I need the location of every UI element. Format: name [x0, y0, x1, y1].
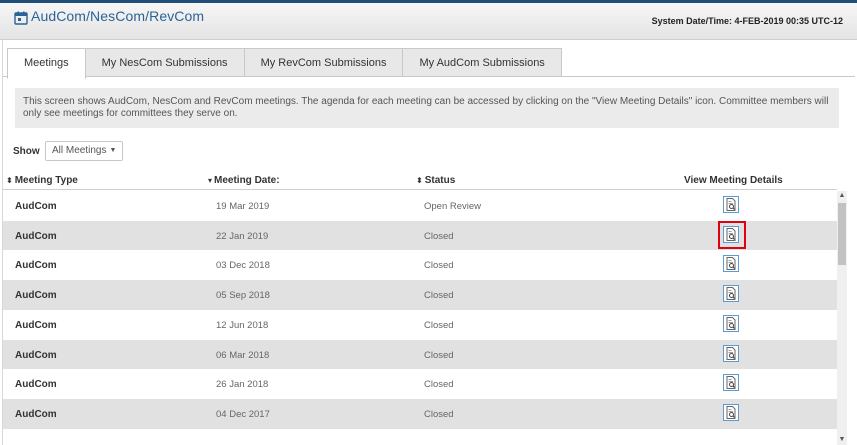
- status-cell: Closed: [424, 408, 454, 420]
- status-cell: Closed: [424, 349, 454, 361]
- tab-my-nescom-submissions[interactable]: My NesCom Submissions: [84, 48, 245, 76]
- tab-my-audcom-submissions[interactable]: My AudCom Submissions: [402, 48, 562, 76]
- meeting-date-cell: 03 Dec 2018: [216, 260, 270, 272]
- calendar-icon: [14, 11, 28, 25]
- column-header-meeting-date[interactable]: ▾ Meeting Date:: [208, 175, 280, 186]
- table-row: AudCom 26 Jan 2018 Closed: [3, 369, 837, 399]
- meeting-type-cell: AudCom: [15, 230, 57, 242]
- page-header: AudCom/NesCom/RevCom System Date/Time: 4…: [0, 3, 857, 40]
- meetings-table-body: AudCom 19 Mar 2019 Open Review AudCom 22…: [3, 191, 837, 445]
- table-row: AudCom 04 Dec 2017 Closed: [3, 398, 837, 429]
- main-panel: Meetings My NesCom Submissions My RevCom…: [2, 40, 855, 445]
- view-meeting-details-button[interactable]: [723, 403, 739, 421]
- meeting-date-cell: 06 Mar 2018: [216, 349, 270, 361]
- view-meeting-details-button[interactable]: [723, 255, 739, 273]
- system-date-time: System Date/Time: 4-FEB-2019 00:35 UTC-1…: [651, 16, 843, 26]
- document-magnifier-icon: [726, 346, 736, 360]
- status-cell: Closed: [424, 379, 454, 391]
- view-meeting-details-button[interactable]: [723, 196, 739, 213]
- tab-meetings[interactable]: Meetings: [7, 48, 86, 79]
- view-meeting-details-button[interactable]: [723, 285, 739, 303]
- sort-descending-icon: ▾: [208, 176, 213, 185]
- meeting-type-cell: AudCom: [15, 290, 57, 302]
- table-row: AudCom 19 Mar 2019 Open Review: [3, 191, 837, 221]
- info-message: This screen shows AudCom, NesCom and Rev…: [15, 88, 839, 128]
- status-cell: Open Review: [424, 201, 482, 212]
- meeting-type-cell: AudCom: [15, 201, 57, 212]
- meeting-date-cell: 04 Dec 2017: [216, 408, 270, 420]
- view-meeting-details-button[interactable]: [723, 314, 739, 332]
- table-row: AudCom 12 Jun 2018 Closed: [3, 310, 837, 340]
- chevron-down-icon: ▼: [109, 147, 117, 154]
- table-row: AudCom 06 Mar 2018 Closed: [3, 339, 837, 370]
- sort-both-icon: ⬍: [416, 176, 423, 185]
- table-row-partial: [3, 429, 837, 445]
- document-magnifier-icon: [726, 316, 736, 330]
- tab-my-revcom-submissions[interactable]: My RevCom Submissions: [243, 48, 404, 76]
- scroll-down-arrow-icon[interactable]: ▼: [837, 435, 847, 445]
- document-magnifier-icon: [726, 257, 736, 271]
- table-scrollbar[interactable]: ▲ ▼: [837, 191, 847, 445]
- page-title: AudCom/NesCom/RevCom: [31, 8, 205, 24]
- meeting-type-cell: AudCom: [15, 260, 57, 272]
- scroll-up-arrow-icon[interactable]: ▲: [837, 191, 847, 201]
- show-filter-value: All Meetings: [52, 145, 107, 156]
- table-row: AudCom 22 Jan 2019 Closed: [3, 220, 837, 251]
- meeting-type-cell: AudCom: [15, 408, 57, 420]
- sort-both-icon: ⬍: [6, 176, 13, 185]
- meeting-date-cell: 26 Jan 2018: [216, 379, 269, 391]
- meeting-date-cell: 12 Jun 2018: [216, 319, 269, 331]
- table-row: AudCom 05 Sep 2018 Closed: [3, 280, 837, 310]
- meeting-type-cell: AudCom: [15, 319, 57, 331]
- meeting-type-cell: AudCom: [15, 379, 57, 391]
- document-magnifier-icon: [726, 287, 736, 301]
- view-meeting-details-button[interactable]: [723, 225, 739, 243]
- column-header-status[interactable]: ⬍ Status: [416, 175, 455, 186]
- document-magnifier-icon: [726, 405, 736, 419]
- show-filter-label: Show: [13, 146, 40, 157]
- column-header-meeting-type[interactable]: ⬍ Meeting Type: [6, 175, 78, 186]
- document-magnifier-icon: [726, 227, 736, 241]
- status-cell: Closed: [424, 260, 454, 272]
- document-magnifier-icon: [726, 376, 736, 390]
- scrollbar-thumb[interactable]: [838, 203, 846, 265]
- meeting-date-cell: 22 Jan 2019: [216, 230, 269, 242]
- status-cell: Closed: [424, 290, 454, 302]
- meeting-date-cell: 05 Sep 2018: [216, 290, 270, 302]
- status-cell: Closed: [424, 230, 454, 242]
- tab-bar: Meetings My NesCom Submissions My RevCom…: [7, 48, 562, 79]
- column-header-view-meeting-details: View Meeting Details: [684, 175, 783, 186]
- view-meeting-details-button[interactable]: [723, 374, 739, 392]
- table-row: AudCom 03 Dec 2018 Closed: [3, 250, 837, 280]
- meeting-date-cell: 19 Mar 2019: [216, 201, 270, 212]
- meeting-type-cell: AudCom: [15, 349, 57, 361]
- document-magnifier-icon: [726, 198, 736, 211]
- view-meeting-details-button[interactable]: [723, 344, 739, 362]
- status-cell: Closed: [424, 319, 454, 331]
- table-header: ⬍ Meeting Type ▾ Meeting Date: ⬍ Status Vie…: [3, 171, 837, 190]
- tab-divider: [3, 76, 855, 77]
- show-filter-select[interactable]: All Meetings ▼: [45, 141, 124, 161]
